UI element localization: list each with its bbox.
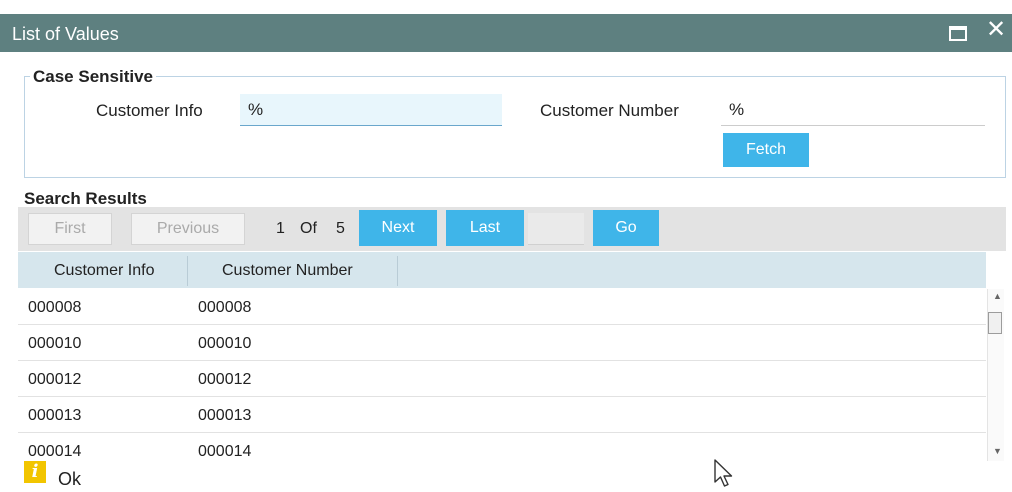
table-row[interactable]: 000014 000014 — [18, 433, 986, 463]
page-of-label: Of — [300, 220, 317, 237]
column-header-customer-info[interactable]: Customer Info — [54, 262, 154, 280]
mouse-pointer-icon — [714, 459, 733, 487]
results-table-header — [18, 252, 986, 288]
first-page-button[interactable]: First — [28, 213, 112, 245]
window-title-bar — [0, 14, 1012, 52]
cell-customer-info: 000014 — [28, 443, 82, 460]
previous-page-button[interactable]: Previous — [131, 213, 245, 245]
last-page-button[interactable]: Last — [446, 210, 524, 246]
total-pages: 5 — [336, 220, 345, 237]
column-separator[interactable] — [397, 256, 398, 286]
cell-customer-info: 000013 — [28, 407, 82, 424]
customer-number-label: Customer Number — [540, 101, 679, 120]
column-separator[interactable] — [187, 256, 188, 286]
ok-button[interactable]: Ok — [58, 469, 81, 490]
customer-number-input[interactable]: % — [721, 94, 985, 126]
scrollbar-thumb[interactable] — [988, 312, 1002, 334]
cell-customer-number: 000008 — [198, 299, 252, 316]
column-header-customer-number[interactable]: Customer Number — [222, 262, 353, 280]
search-criteria-group — [24, 76, 1006, 178]
case-sensitive-legend: Case Sensitive — [30, 67, 157, 87]
search-results-title: Search Results — [24, 189, 147, 208]
next-page-button[interactable]: Next — [359, 210, 437, 246]
cell-customer-number: 000014 — [198, 443, 252, 460]
customer-info-input[interactable]: % — [240, 94, 502, 126]
close-icon[interactable]: ✕ — [986, 18, 1006, 42]
go-button[interactable]: Go — [593, 210, 659, 246]
cell-customer-info: 000010 — [28, 335, 82, 352]
page-number-input[interactable] — [528, 213, 584, 245]
cell-customer-info: 000008 — [28, 299, 82, 316]
customer-info-label: Customer Info — [96, 101, 203, 120]
table-row[interactable]: 000013 000013 — [18, 397, 986, 433]
customer-info-value: % — [248, 100, 264, 119]
table-row[interactable]: 000010 000010 — [18, 325, 986, 361]
fetch-button[interactable]: Fetch — [723, 133, 809, 167]
current-page-number: 1 — [276, 220, 285, 237]
scroll-down-icon[interactable]: ▼ — [993, 446, 1002, 456]
cell-customer-info: 000012 — [28, 371, 82, 388]
table-row[interactable]: 000012 000012 — [18, 361, 986, 397]
cell-customer-number: 000010 — [198, 335, 252, 352]
table-row[interactable]: 000008 000008 — [18, 289, 986, 325]
window-title: List of Values — [12, 24, 119, 44]
cell-customer-number: 000012 — [198, 371, 252, 388]
cell-customer-number: 000013 — [198, 407, 252, 424]
info-icon: i — [24, 461, 46, 483]
customer-number-value: % — [729, 100, 745, 119]
scroll-up-icon[interactable]: ▲ — [993, 291, 1002, 301]
maximize-icon[interactable] — [949, 26, 967, 41]
